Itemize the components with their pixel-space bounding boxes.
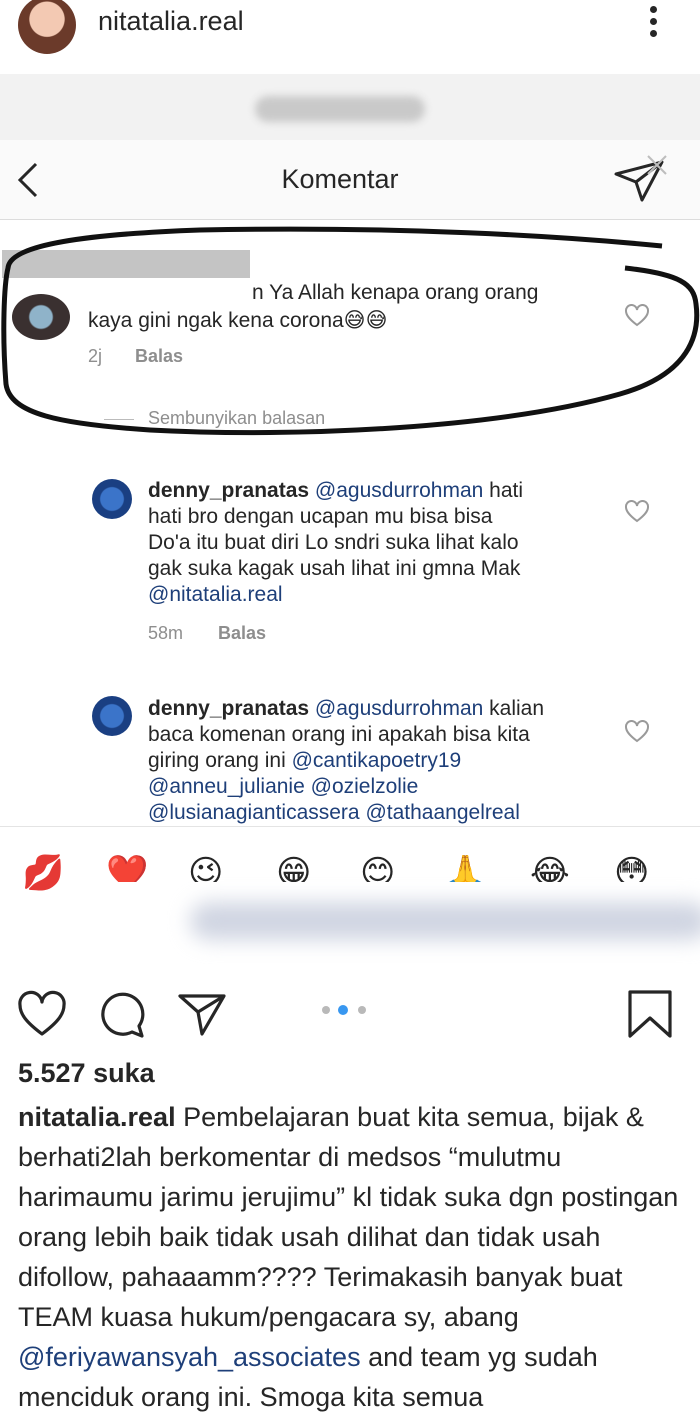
- blurred-header: [255, 96, 425, 122]
- blurred-footer: [80, 882, 700, 964]
- comment-icon[interactable]: [96, 988, 148, 1040]
- reply-button[interactable]: Balas: [135, 346, 183, 367]
- embed-nav-bar: Komentar: [0, 140, 700, 220]
- redacted-username: [2, 250, 250, 278]
- like-comment-icon[interactable]: [624, 304, 650, 328]
- carousel-dot: [358, 1006, 366, 1014]
- caption-mention[interactable]: @feriyawansyah_associates: [18, 1342, 361, 1372]
- post-caption: nitatalia.real Pembelajaran buat kita se…: [18, 1102, 679, 1412]
- like-count[interactable]: 5.527 suka: [18, 1058, 155, 1089]
- bookmark-icon[interactable]: [624, 988, 676, 1040]
- post-header: nitatalia.real: [0, 0, 700, 74]
- like-reply-icon[interactable]: [624, 720, 650, 744]
- reply-time: 58m: [148, 623, 184, 643]
- heart-icon[interactable]: [16, 988, 68, 1040]
- hide-replies-link[interactable]: Sembunyikan balasan: [104, 408, 325, 429]
- commenter-avatar: [12, 294, 70, 340]
- reply-text: denny_pranatas @agusdurrohman kalian bac…: [148, 697, 545, 824]
- emoji-bar: 💋 ❤️ 😉 😁 😊 🙏 😂 😳: [0, 826, 700, 891]
- direct-send-icon: [614, 155, 667, 202]
- profile-avatar[interactable]: [18, 0, 76, 54]
- like-reply-icon[interactable]: [624, 500, 650, 524]
- reply-avatar: [92, 479, 132, 519]
- more-options-icon[interactable]: [645, 2, 661, 42]
- comment-text-line2: kaya gini ngak kena corona😅😅: [88, 309, 388, 332]
- carousel-dot: [322, 1006, 330, 1014]
- carousel-dot-active: [338, 1005, 348, 1015]
- reply-avatar: [92, 696, 132, 736]
- embed-title: Komentar: [281, 164, 399, 194]
- post-actions: [0, 980, 700, 1040]
- share-icon[interactable]: [176, 988, 228, 1040]
- reply-text: denny_pranatas @agusdurrohman hati hati …: [148, 479, 524, 606]
- post-username[interactable]: nitatalia.real: [98, 6, 244, 37]
- reply-button[interactable]: Balas: [218, 623, 266, 644]
- caption-username[interactable]: nitatalia.real: [18, 1102, 176, 1132]
- embed-status-bar: [0, 74, 700, 140]
- post-image: Komentar n Ya Allah kenapa orang orang k…: [0, 74, 700, 964]
- carousel-indicator: [322, 1004, 372, 1016]
- comment-time: 2j: [88, 346, 103, 366]
- comment-text-line1: n Ya Allah kenapa orang orang: [252, 281, 539, 304]
- emoji-kiss[interactable]: 💋: [22, 855, 64, 891]
